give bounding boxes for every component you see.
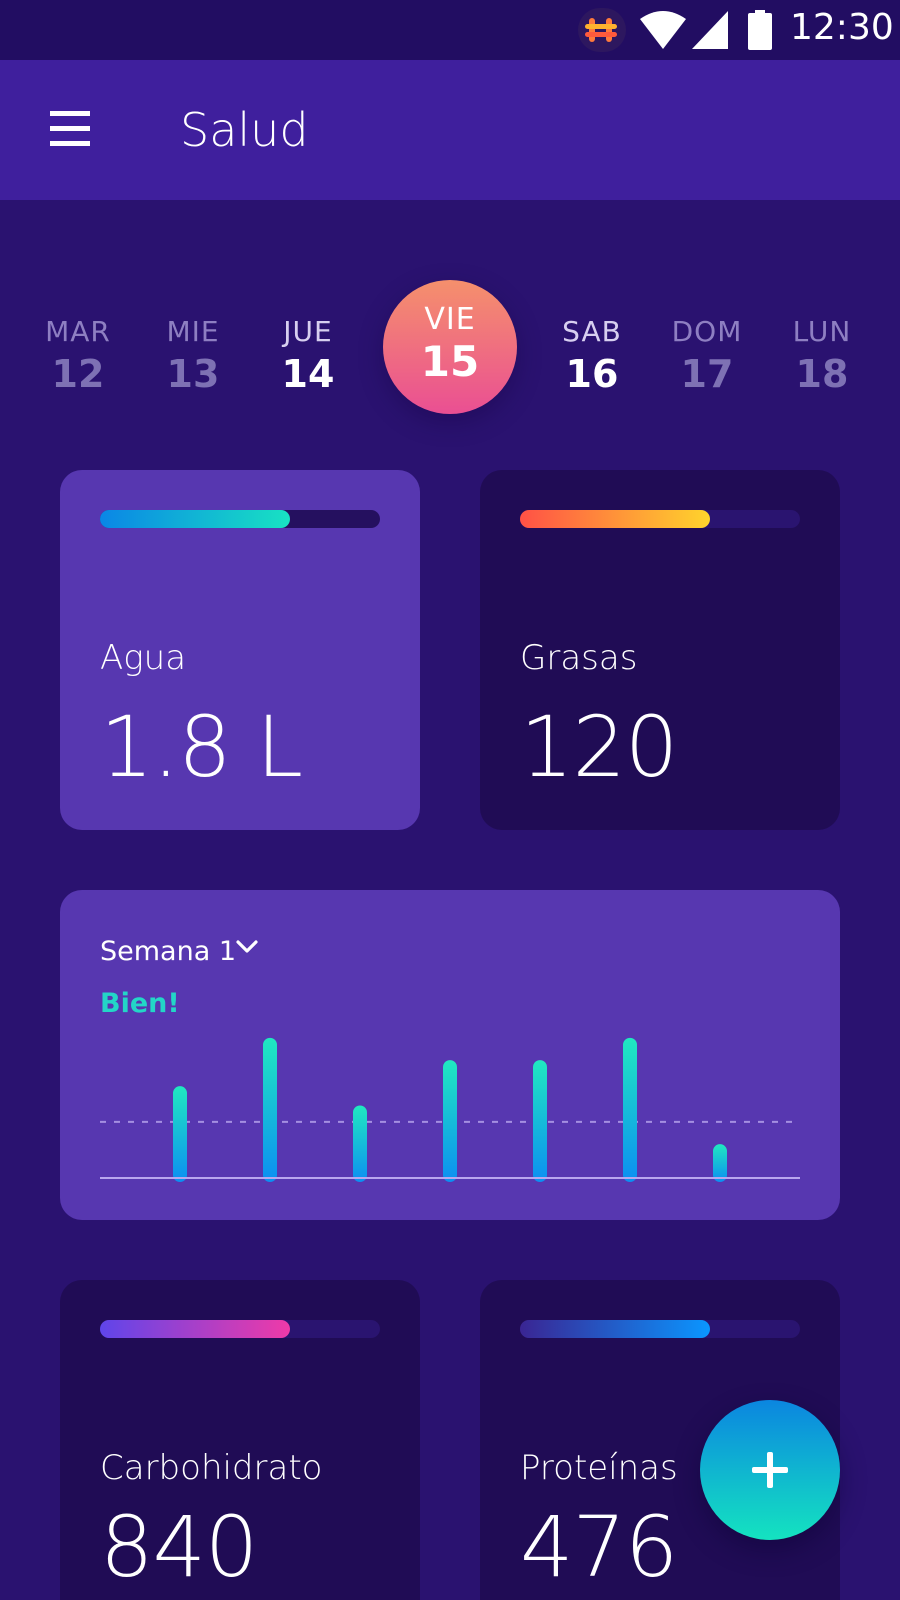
day-vie-selected[interactable]: VIE 15 xyxy=(383,280,517,414)
app-notification-icon xyxy=(578,8,626,52)
card-value: 476 xyxy=(520,1498,678,1596)
day-name: SAB xyxy=(562,315,622,348)
progress-fill xyxy=(520,1320,711,1338)
day-name: DOM xyxy=(671,315,743,348)
card-agua[interactable]: Agua 1.8 L xyxy=(60,470,420,830)
weekly-chart-card: Semana 1 Bien! xyxy=(60,890,840,1220)
day-number: 18 xyxy=(795,352,849,396)
day-name: MAR xyxy=(45,315,111,348)
progress-track xyxy=(520,510,800,528)
progress-fill xyxy=(520,510,711,528)
chart-bar-1 xyxy=(173,1086,187,1182)
day-number: 17 xyxy=(680,352,734,396)
day-name: VIE xyxy=(424,302,476,337)
progress-track xyxy=(100,1320,380,1338)
signal-icon xyxy=(692,11,728,49)
day-mie[interactable]: MIE 13 xyxy=(138,315,248,396)
weekly-bar-chart xyxy=(100,1037,800,1182)
day-number: 16 xyxy=(565,352,619,396)
chart-bar-7 xyxy=(713,1144,727,1182)
chart-bar-3 xyxy=(353,1105,367,1182)
day-name: MIE xyxy=(166,315,220,348)
chart-bar-5 xyxy=(533,1060,547,1182)
day-jue[interactable]: JUE 14 xyxy=(253,315,363,396)
day-mar[interactable]: MAR 12 xyxy=(23,315,133,396)
wifi-icon xyxy=(640,11,686,49)
card-label: Carbohidrato xyxy=(100,1448,323,1488)
card-value: 120 xyxy=(520,698,678,796)
plus-icon xyxy=(752,1452,788,1488)
add-button[interactable] xyxy=(700,1400,840,1540)
app-bar: Salud xyxy=(0,60,900,200)
status-bar: 12:30 xyxy=(0,0,900,60)
hamburger-menu-icon[interactable] xyxy=(50,111,90,147)
day-name: LUN xyxy=(792,315,852,348)
card-label: Proteínas xyxy=(520,1448,678,1488)
battery-icon xyxy=(748,10,772,50)
day-dom[interactable]: DOM 17 xyxy=(652,315,762,396)
status-time: 12:30 xyxy=(790,7,894,48)
chart-bar-4 xyxy=(443,1060,457,1182)
card-value: 840 xyxy=(100,1498,258,1596)
day-number: 14 xyxy=(281,352,335,396)
card-grasas[interactable]: Grasas 120 xyxy=(480,470,840,830)
chart-bar-2 xyxy=(263,1037,277,1182)
day-name: JUE xyxy=(283,315,333,348)
day-lun[interactable]: LUN 18 xyxy=(767,315,877,396)
card-label: Agua xyxy=(100,638,187,678)
progress-fill xyxy=(100,1320,291,1338)
progress-track xyxy=(100,510,380,528)
day-sab[interactable]: SAB 16 xyxy=(537,315,647,396)
day-number: 15 xyxy=(420,337,480,386)
chart-bar-6 xyxy=(623,1037,637,1182)
day-number: 13 xyxy=(166,352,220,396)
page-title: Salud xyxy=(180,103,309,157)
progress-fill xyxy=(100,510,291,528)
card-carbohidrato[interactable]: Carbohidrato 840 xyxy=(60,1280,420,1600)
day-number: 12 xyxy=(51,352,105,396)
card-value: 1.8 L xyxy=(100,698,303,796)
progress-track xyxy=(520,1320,800,1338)
card-label: Grasas xyxy=(520,638,638,678)
